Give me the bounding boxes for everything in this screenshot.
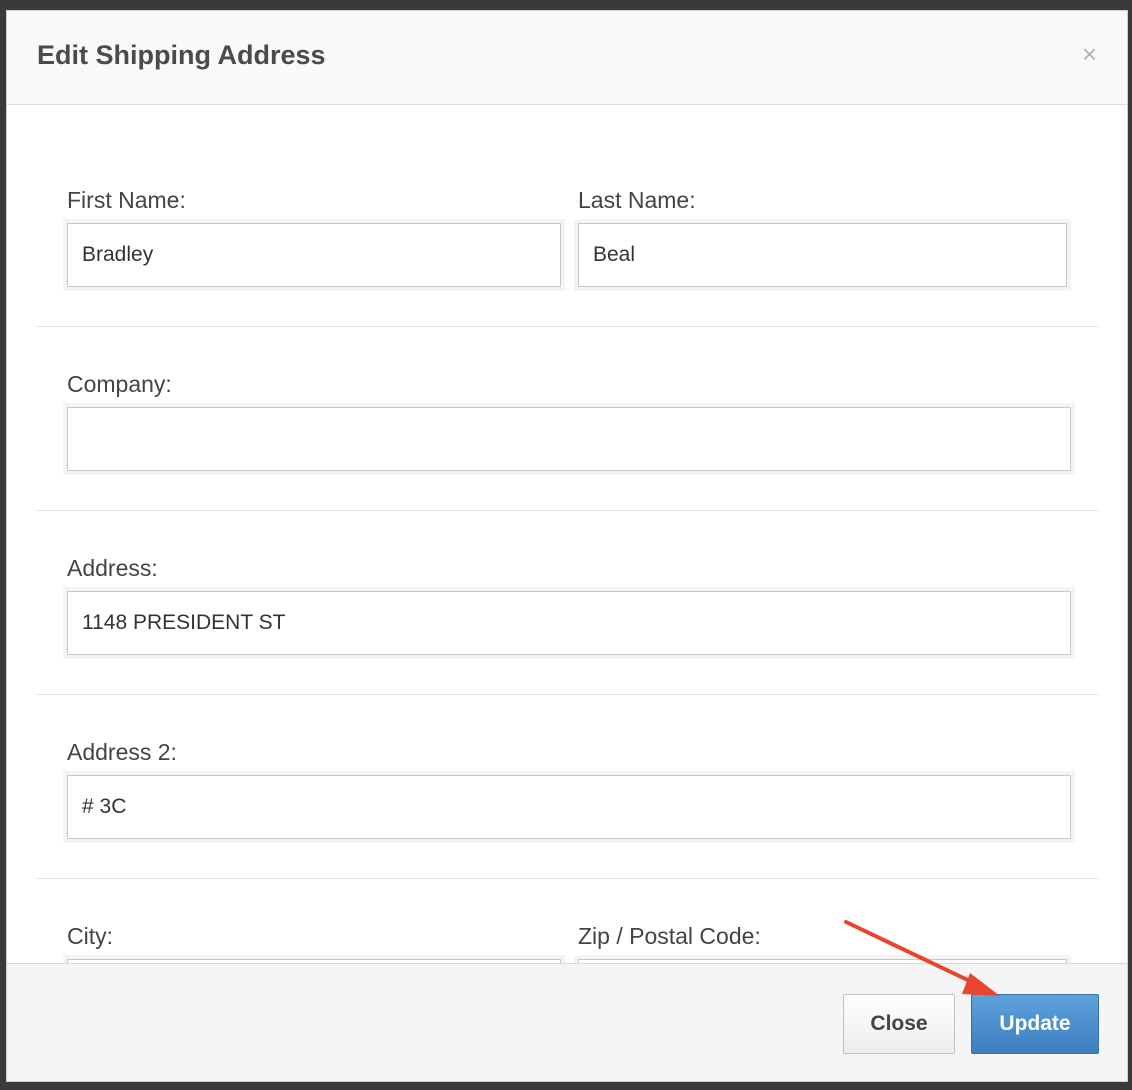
last-name-label: Last Name: [578, 187, 696, 213]
city-zip-row: City: Zip / Postal Code: [35, 879, 1099, 963]
city-label: City: [67, 923, 113, 949]
first-name-input[interactable] [67, 223, 561, 287]
modal-title: Edit Shipping Address [37, 40, 326, 70]
address-input-wrap [63, 587, 1075, 659]
company-input[interactable] [67, 407, 1071, 471]
address2-input[interactable] [67, 775, 1071, 839]
modal-footer: Close Update [7, 963, 1127, 1081]
zip-input-wrap [574, 955, 1071, 963]
last-name-input[interactable] [578, 223, 1067, 287]
address2-label: Address 2: [67, 739, 177, 765]
company-row: Company: [35, 327, 1099, 511]
address-row: Address: [35, 511, 1099, 695]
update-button[interactable]: Update [971, 994, 1099, 1054]
close-icon[interactable]: × [1082, 41, 1097, 67]
address-input[interactable] [67, 591, 1071, 655]
address2-input-wrap [63, 771, 1075, 843]
city-input-wrap [63, 955, 565, 963]
address2-row: Address 2: [35, 695, 1099, 879]
close-button[interactable]: Close [843, 994, 955, 1054]
first-name-input-wrap [63, 219, 565, 291]
modal-header: Edit Shipping Address × [7, 11, 1127, 105]
company-label: Company: [67, 371, 172, 397]
company-input-wrap [63, 403, 1075, 475]
zip-label: Zip / Postal Code: [578, 923, 761, 949]
edit-shipping-address-modal: Edit Shipping Address × First Name: Last… [6, 10, 1128, 1082]
address-label: Address: [67, 555, 158, 581]
first-name-label: First Name: [67, 187, 186, 213]
last-name-input-wrap [574, 219, 1071, 291]
modal-body: First Name: Last Name: Company: [7, 105, 1127, 963]
name-row: First Name: Last Name: [35, 105, 1099, 327]
